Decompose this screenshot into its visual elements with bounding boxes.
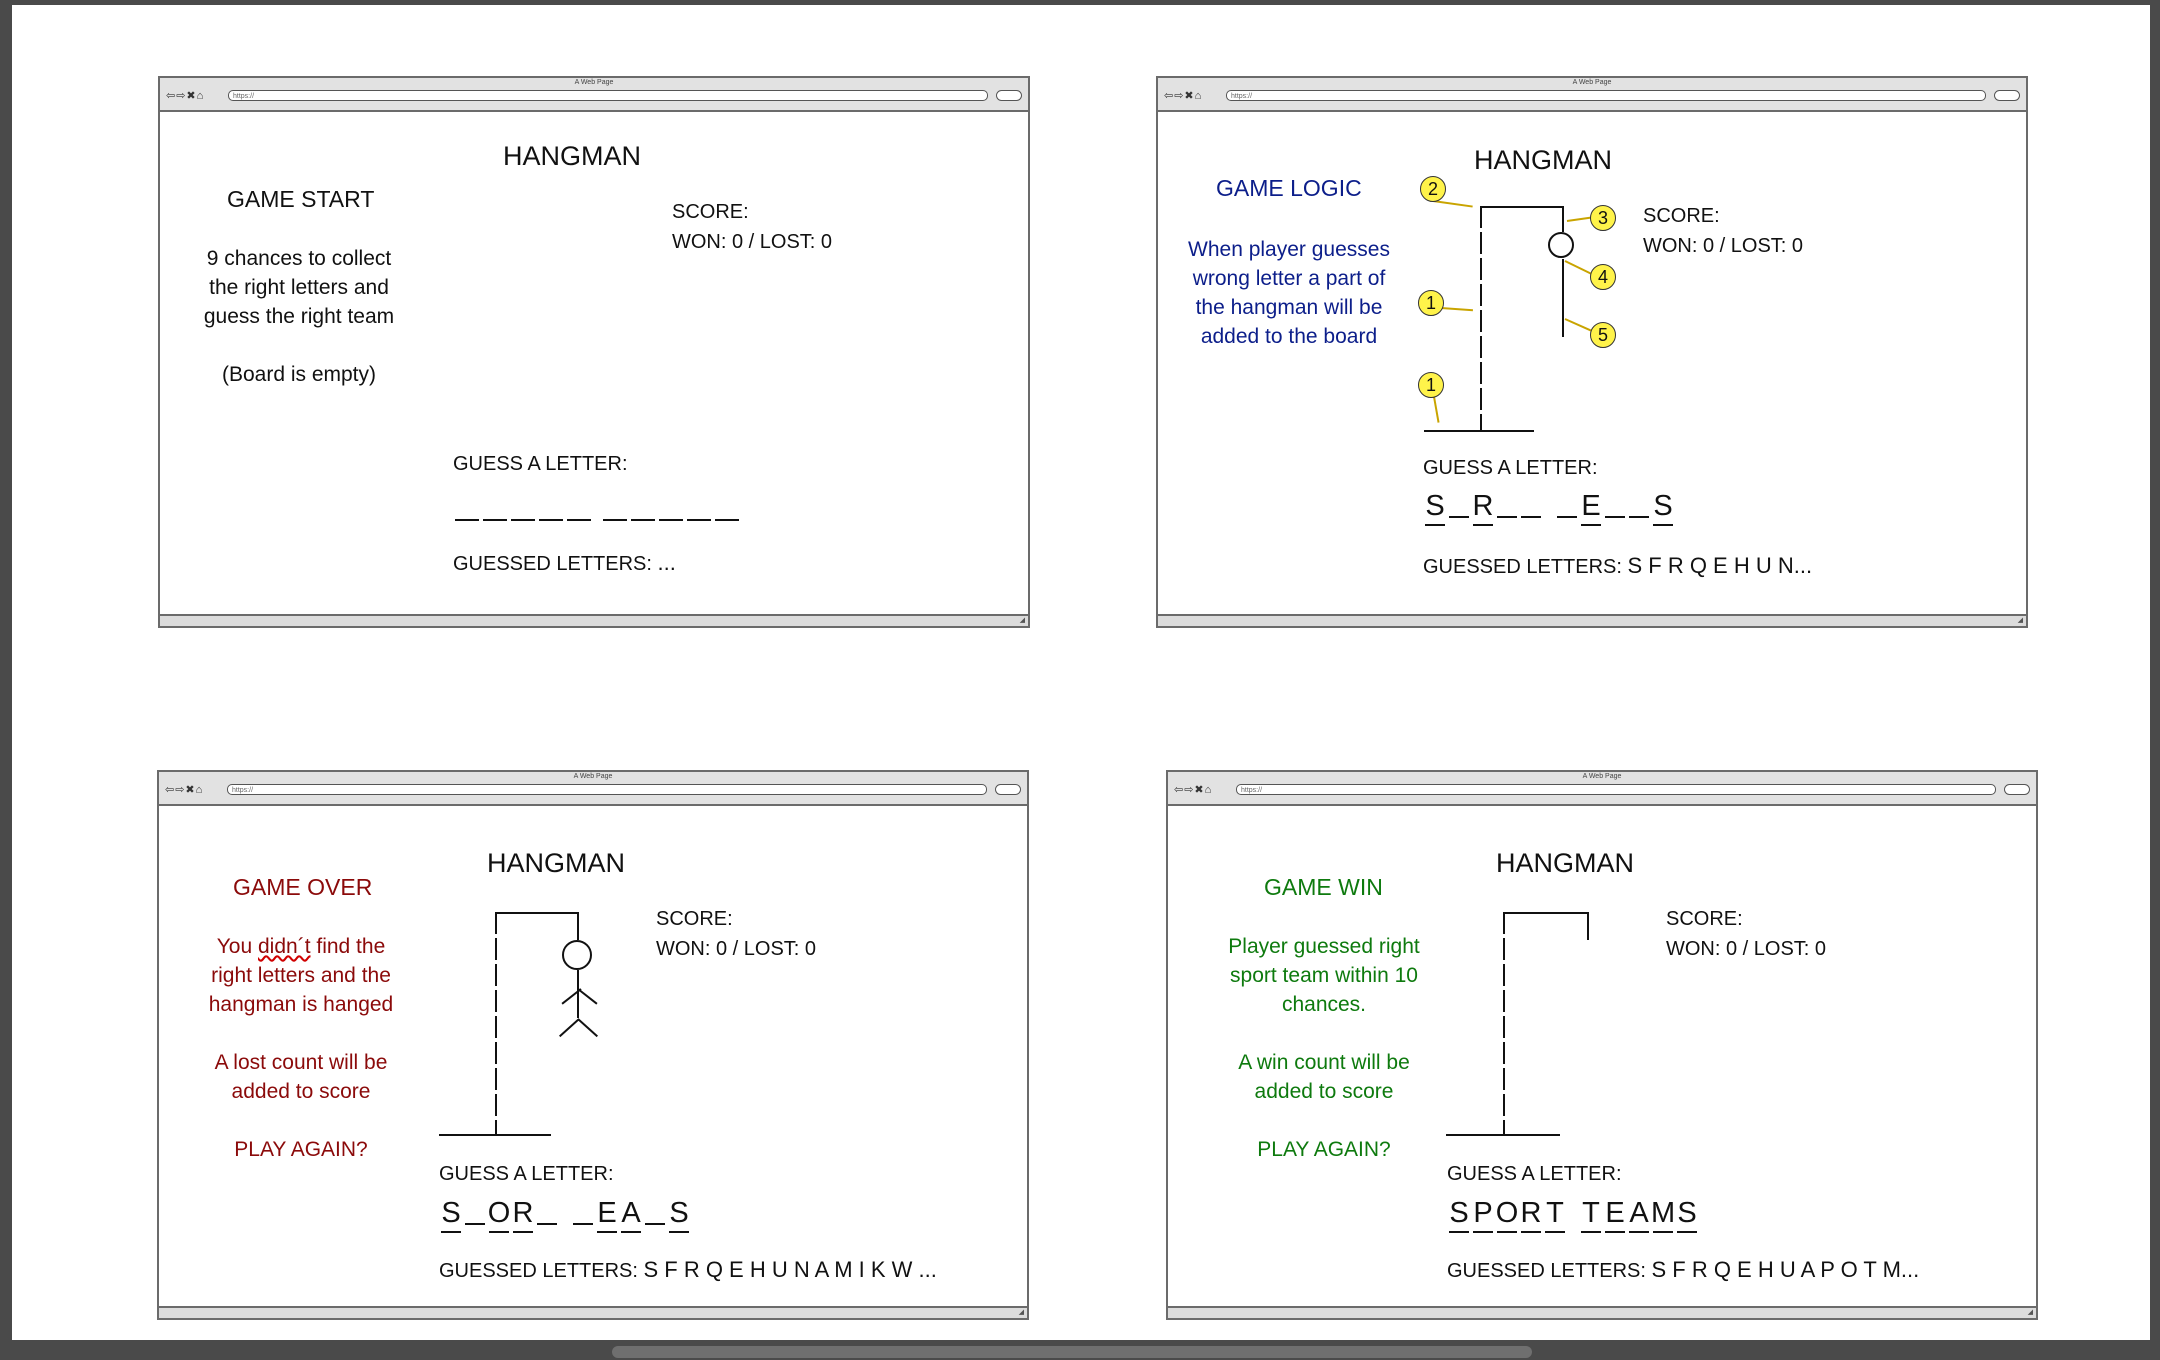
score-value: WON: 0 / LOST: 0: [672, 231, 833, 253]
word-slots: SRES: [1423, 490, 1675, 526]
page-title: HANGMAN: [503, 141, 642, 171]
resize-grip-icon[interactable]: ◢: [2028, 1308, 2033, 1318]
guess-letter-label: GUESS A LETTER:: [453, 453, 628, 475]
mockup-window-game-start: A Web Page ⇦⇨✖⌂ https:// HANGMAN GAME ST…: [158, 76, 1030, 628]
resize-grip-icon[interactable]: ◢: [2018, 616, 2023, 626]
browser-chrome: A Web Page ⇦⇨✖⌂ https://: [159, 772, 1027, 806]
annotation-badge: 5: [1590, 322, 1616, 348]
go-button[interactable]: [2004, 784, 2030, 795]
window-title: A Web Page: [573, 773, 613, 780]
gallows-post: [1480, 206, 1482, 432]
panel-description: 9 chances to collect the right letters a…: [203, 247, 395, 386]
hangman-arm-right: [577, 988, 598, 1005]
go-button[interactable]: [995, 784, 1021, 795]
panel-heading: GAME OVER: [233, 874, 373, 900]
hangman-leg-right: [577, 1018, 598, 1038]
gallows-post: [1503, 912, 1505, 1136]
play-again-button[interactable]: PLAY AGAIN?: [1168, 1135, 1480, 1164]
score-value: WON: 0 / LOST: 0: [656, 938, 817, 960]
score-label: SCORE:: [1643, 205, 1720, 227]
annotation-arrow: [1566, 216, 1591, 222]
browser-chrome: A Web Page ⇦⇨✖⌂ https://: [1158, 78, 2026, 112]
score-label: SCORE:: [1666, 908, 1743, 930]
resize-grip-icon[interactable]: ◢: [1019, 1308, 1024, 1318]
url-bar[interactable]: https://: [227, 784, 987, 795]
hangman-leg-left: [559, 1018, 580, 1038]
score-label: SCORE:: [656, 908, 733, 930]
annotation-arrow: [1432, 200, 1473, 208]
hangman-body: [1562, 259, 1564, 337]
gallows-rope: [1587, 912, 1589, 940]
gallows-beam: [1480, 206, 1563, 208]
annotation-badge: 1: [1418, 290, 1444, 316]
word-slots: [453, 493, 741, 526]
word-slots: S OR E A S: [439, 1197, 691, 1233]
annotation-badge: 2: [1420, 176, 1446, 202]
url-bar[interactable]: https://: [1226, 90, 1986, 101]
guessed-letters: GUESSED LETTERS: S F R Q E H U A P O T M…: [1447, 1257, 1920, 1282]
browser-chrome: A Web Page ⇦⇨✖⌂ https://: [1168, 772, 2036, 806]
guess-letter-label: GUESS A LETTER:: [1447, 1163, 1622, 1185]
play-again-button[interactable]: PLAY AGAIN?: [159, 1135, 443, 1164]
page-title: HANGMAN: [1474, 145, 1613, 175]
nav-buttons-icon[interactable]: ⇦⇨✖⌂: [1174, 783, 1212, 797]
guessed-letters: GUESSED LETTERS: S F R Q E H U N...: [1423, 553, 1813, 578]
mockup-window-game-win: A Web Page ⇦⇨✖⌂ https:// HANGMAN GAME WI…: [1166, 770, 2038, 1320]
hangman-head: [562, 940, 592, 970]
nav-buttons-icon[interactable]: ⇦⇨✖⌂: [165, 783, 203, 797]
annotation-arrow: [1564, 318, 1593, 333]
status-bar: ◢: [1168, 1306, 2036, 1318]
go-button[interactable]: [1994, 90, 2020, 101]
window-title: A Web Page: [1582, 773, 1622, 780]
guess-letter-label: GUESS A LETTER:: [439, 1163, 614, 1185]
resize-grip-icon[interactable]: ◢: [1020, 616, 1025, 626]
go-button[interactable]: [996, 90, 1022, 101]
page-title: HANGMAN: [1496, 848, 1635, 878]
nav-buttons-icon[interactable]: ⇦⇨✖⌂: [1164, 89, 1202, 103]
annotation-badge: 3: [1590, 205, 1616, 231]
annotation-badge: 4: [1590, 264, 1616, 290]
hangman-head: [1548, 232, 1574, 258]
score-value: WON: 0 / LOST: 0: [1643, 235, 1804, 257]
status-bar: ◢: [1158, 614, 2026, 626]
annotation-badge: 1: [1418, 372, 1444, 398]
page-title: HANGMAN: [487, 848, 626, 878]
url-bar[interactable]: https://: [228, 90, 988, 101]
nav-buttons-icon[interactable]: ⇦⇨✖⌂: [166, 89, 204, 103]
gallows-base: [1424, 430, 1534, 432]
url-bar[interactable]: https://: [1236, 784, 1996, 795]
horizontal-scrollbar[interactable]: [612, 1346, 1532, 1358]
panel-description: Player guessed right sport team within 1…: [1168, 932, 1480, 1164]
browser-chrome: A Web Page ⇦⇨✖⌂ https://: [160, 78, 1028, 112]
status-bar: ◢: [160, 614, 1028, 626]
annotation-arrow: [1564, 260, 1593, 276]
panel-heading: GAME WIN: [1264, 874, 1383, 900]
panel-description: When player guesses wrong letter a part …: [1188, 238, 1390, 348]
guessed-letters: GUESSED LETTERS: S F R Q E H U N A M I K…: [439, 1257, 937, 1282]
score-value: WON: 0 / LOST: 0: [1666, 938, 1827, 960]
window-title: A Web Page: [574, 79, 614, 86]
panel-heading: GAME LOGIC: [1216, 175, 1362, 201]
panel-heading: GAME START: [227, 186, 375, 212]
gallows-rope: [1562, 206, 1564, 232]
gallows-rope: [577, 912, 579, 940]
mockup-window-game-over: A Web Page ⇦⇨✖⌂ https:// HANGMAN GAME OV…: [157, 770, 1029, 1320]
status-bar: ◢: [159, 1306, 1027, 1318]
hangman-body: [577, 970, 579, 1018]
score-label: SCORE:: [672, 201, 749, 223]
guess-letter-label: GUESS A LETTER:: [1423, 457, 1598, 479]
annotation-arrow: [1440, 307, 1473, 312]
gallows-beam: [1503, 912, 1589, 914]
gallows-beam: [495, 912, 578, 914]
mockup-window-game-logic: A Web Page ⇦⇨✖⌂ https:// HANGMAN GAME LO…: [1156, 76, 2028, 628]
window-title: A Web Page: [1572, 79, 1612, 86]
word-slots: S P OR T T E AMS: [1447, 1197, 1699, 1233]
guessed-letters: GUESSED LETTERS: ...: [453, 550, 676, 575]
gallows-post: [495, 912, 497, 1136]
panel-description: You didn´t find the right letters and th…: [159, 932, 443, 1164]
